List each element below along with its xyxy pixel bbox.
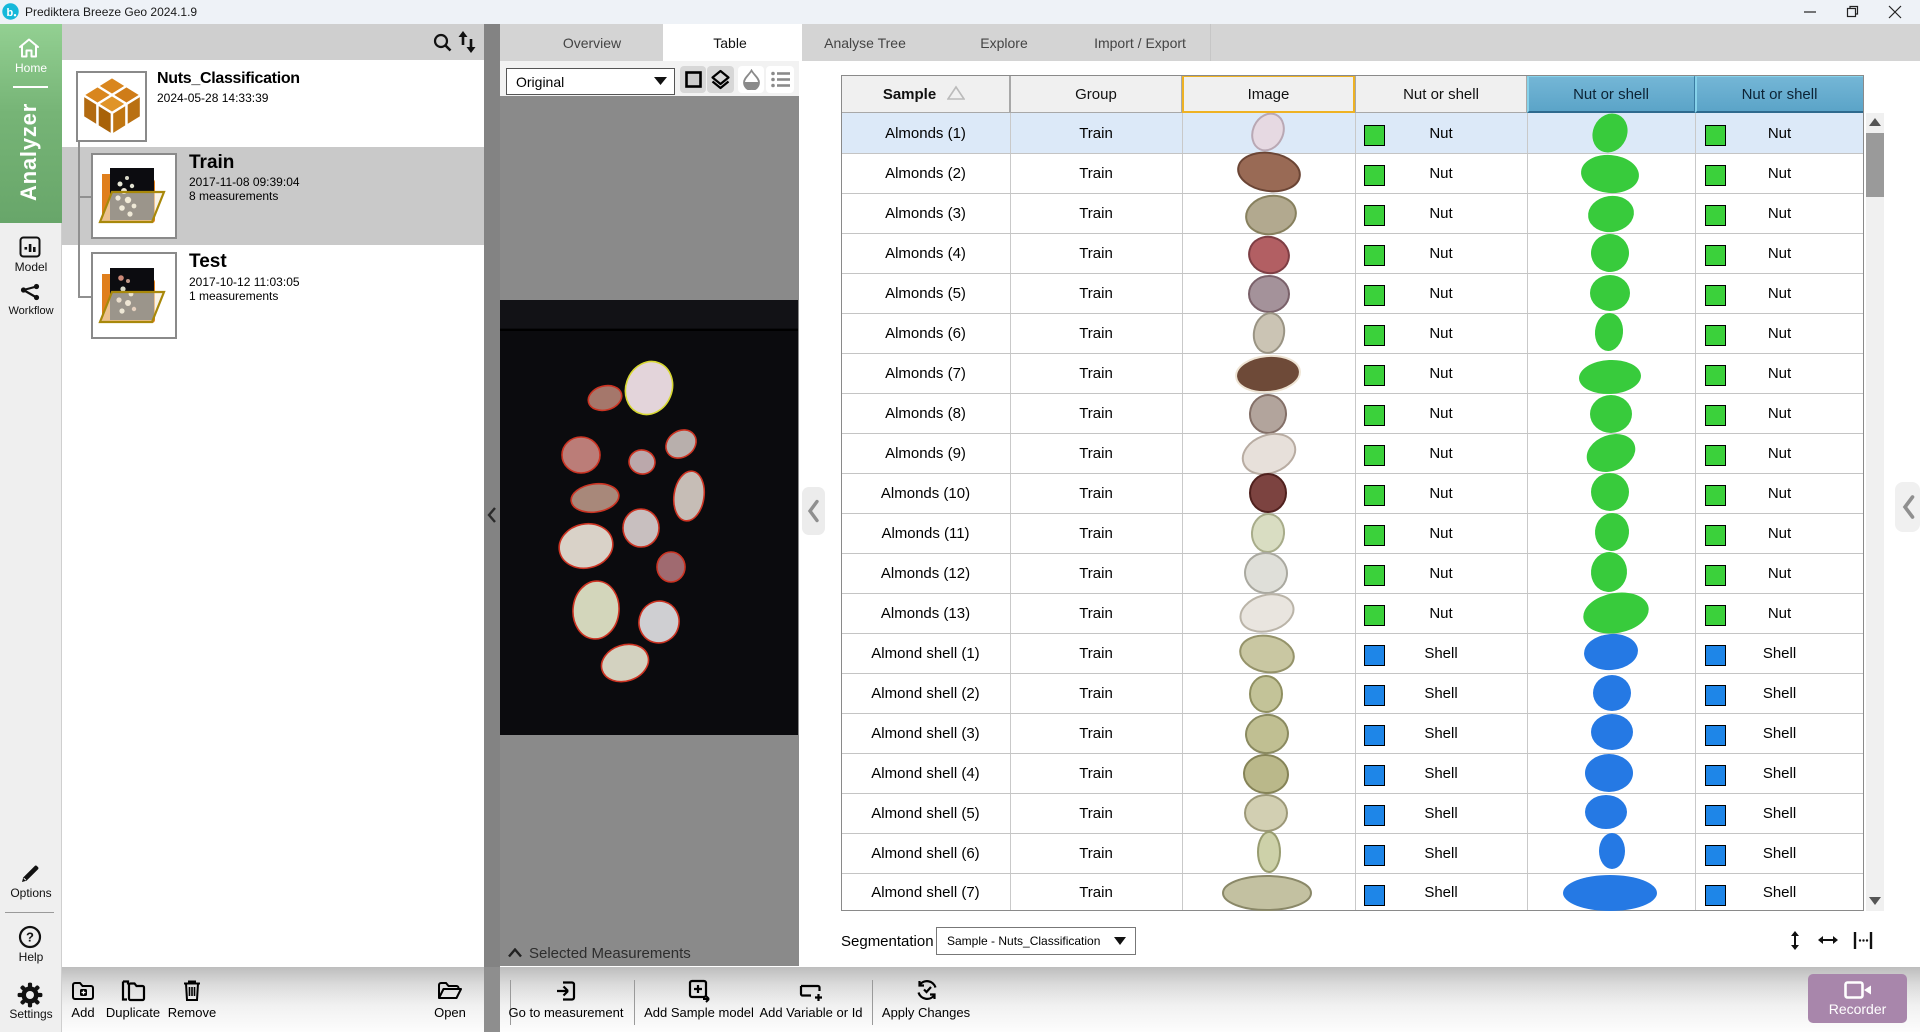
svg-text:b: b — [7, 7, 14, 19]
svg-text:?: ? — [26, 930, 34, 945]
